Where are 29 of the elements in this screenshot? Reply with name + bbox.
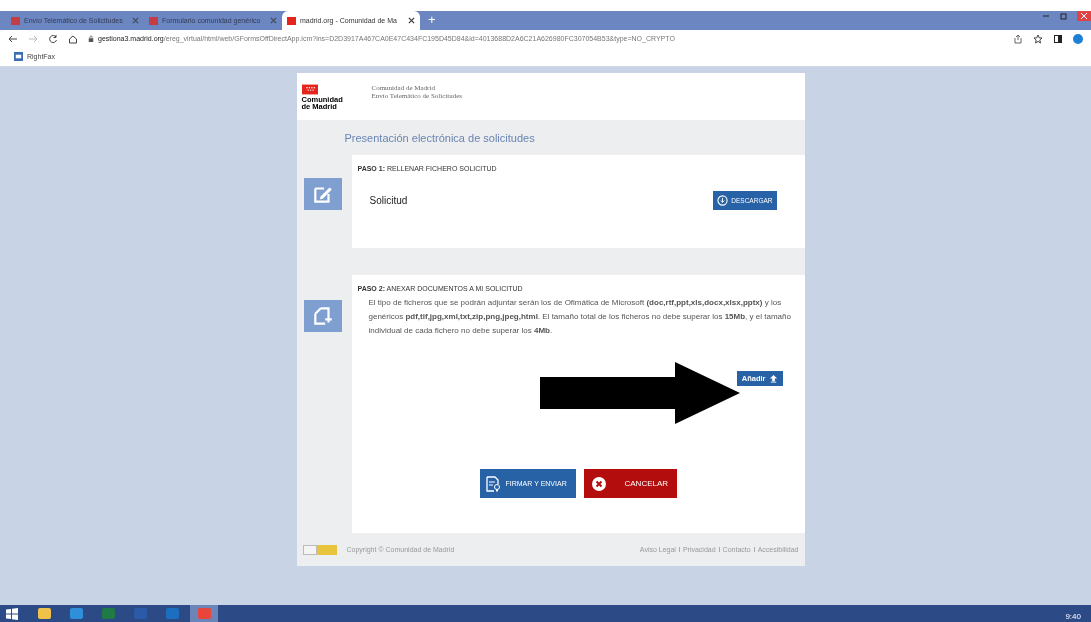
description-text: El tipo de ficheros que se podrán adjuntar serán los de Ofimática de Microsoft (doc,rtf,ppt,xls,docx,xlsx,pptx) y los genéricos pdf,tif,jpg,xml,txt,zip,png,jpeg,html. El tamaño total de los ficheros no debe superar los 15Mb, y el tamaño individual de cada fichero no debe superar los 4Mb.	[368, 297, 792, 337]
page-title: Presentación electrónica de solicitudes	[344, 131, 535, 144]
download-icon	[717, 195, 729, 206]
star-icon[interactable]	[1033, 33, 1043, 44]
document-name: Solicitud	[369, 195, 408, 206]
share-icon[interactable]	[1013, 33, 1023, 44]
upload-icon	[768, 374, 778, 383]
favicon-icon	[287, 16, 296, 25]
flag-logo	[301, 82, 318, 96]
add-file-icon	[303, 300, 342, 332]
reload-icon[interactable]	[48, 33, 58, 44]
favicon-icon	[11, 16, 20, 25]
certificate-document-icon	[484, 475, 501, 492]
favicon-icon	[149, 16, 158, 25]
sidebar-icon[interactable]	[1053, 33, 1063, 44]
back-icon[interactable]	[8, 33, 18, 44]
clock-text: 9:40	[1065, 611, 1081, 621]
cancel-button[interactable]: CANCELAR	[583, 469, 677, 498]
restore-icon[interactable]	[1059, 11, 1069, 21]
close-icon	[590, 475, 607, 492]
edit-icon	[303, 178, 342, 210]
new-tab-button[interactable]: +	[428, 12, 436, 27]
bookmark-icon	[14, 52, 23, 61]
home-icon[interactable]	[68, 33, 78, 44]
close-icon[interactable]	[408, 17, 415, 24]
profile-avatar[interactable]	[1073, 33, 1083, 44]
lock-icon	[88, 34, 94, 43]
accessibility-badge	[302, 544, 337, 555]
windows-icon[interactable]	[6, 607, 18, 620]
